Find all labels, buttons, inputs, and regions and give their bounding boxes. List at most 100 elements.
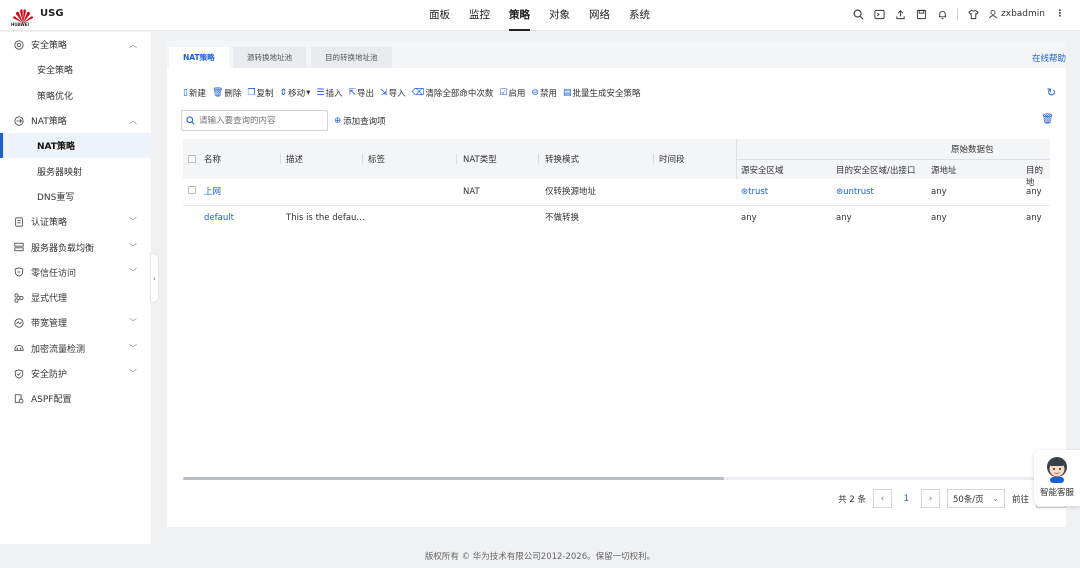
upload-icon[interactable]	[894, 8, 906, 20]
import-button[interactable]: ⇲ 导入	[380, 87, 406, 99]
select-all-checkbox[interactable]	[188, 155, 196, 163]
add-query-button[interactable]: ⊕ 添加查询项	[334, 115, 386, 127]
sidebar-group-security-policy[interactable]: 安全策略 ︿	[0, 32, 151, 57]
refresh-icon[interactable]: ↻	[1047, 86, 1056, 99]
table-row[interactable]: 上网 NAT 仅转换源地址 ⊛trust ⊛untrust any any	[183, 180, 1050, 206]
prev-page-button[interactable]: ‹	[872, 489, 892, 508]
top-tools: zxbadmin ⋮	[852, 8, 1066, 20]
sidebar-group-auth-policy[interactable]: 认证策略 ﹀	[0, 209, 151, 234]
sidebar-item-policy-optimization[interactable]: 策略优化	[0, 83, 151, 108]
sidebar-item-server-mapping[interactable]: 服务器映射	[0, 158, 151, 183]
smart-assistant-button[interactable]: 智能客服	[1034, 450, 1080, 506]
horizontal-scrollbar[interactable]	[183, 477, 1050, 480]
move-button[interactable]: ⇕ 移动 ▾	[280, 87, 311, 99]
save-icon[interactable]	[915, 8, 927, 20]
sidebar-group-server-lb[interactable]: 服务器负载均衡 ﹀	[0, 234, 151, 259]
col-tag[interactable]: 标签	[368, 153, 385, 165]
search-input[interactable]	[199, 115, 319, 126]
chevron-down-icon: ﹀	[129, 242, 137, 252]
search-box	[181, 110, 328, 131]
nav-object[interactable]: 对象	[549, 0, 570, 31]
group-underline	[736, 159, 1050, 160]
shirt-theme-icon[interactable]	[967, 8, 979, 20]
col-mode[interactable]: 转换模式	[545, 153, 579, 165]
proxy-icon	[13, 292, 24, 303]
batch-generate-button[interactable]: ▤ 批量生成安全策略	[563, 87, 641, 99]
nav-policy[interactable]: 策略	[509, 0, 530, 31]
user-icon	[988, 9, 998, 19]
tab-source-nat-pool[interactable]: 源转换地址池	[233, 47, 306, 68]
user-menu[interactable]: zxbadmin	[988, 9, 1045, 19]
insert-button[interactable]: ☰ 插入	[316, 87, 342, 99]
sidebar-group-nat-policy[interactable]: NAT策略 ︿	[0, 108, 151, 133]
terminal-icon[interactable]	[873, 8, 885, 20]
page-size-select[interactable]: 50条/页 ⌄	[946, 489, 1005, 508]
toolbar-divider	[957, 8, 959, 20]
sidebar-item-aspf[interactable]: ASPF配置	[0, 386, 151, 411]
cell-src-zone[interactable]: ⊛trust	[741, 180, 768, 205]
column-divider	[456, 154, 457, 164]
new-button[interactable]: ▯ 新建	[183, 87, 206, 99]
cell-src-addr: any	[931, 187, 947, 197]
clear-hits-button[interactable]: ⌫ 清除全部命中次数	[412, 87, 494, 99]
rule-name-link[interactable]: 上网	[204, 180, 221, 205]
table-row[interactable]: default This is the defau... 不做转换 any an…	[183, 206, 1050, 231]
sidebar-label: 认证策略	[31, 218, 68, 229]
page-number[interactable]: 1	[899, 494, 914, 504]
enable-button[interactable]: ☑ 启用	[499, 87, 525, 99]
chevron-down-icon: ﹀	[129, 267, 137, 277]
sidebar-group-zero-trust[interactable]: 零信任访问 ﹀	[0, 260, 151, 285]
nav-network[interactable]: 网络	[589, 0, 610, 31]
sidebar-group-bandwidth[interactable]: 带宽管理 ﹀	[0, 310, 151, 335]
trash-icon: 🗑	[211, 88, 224, 98]
col-dst-zone[interactable]: 目的安全区域/出接口	[836, 164, 915, 176]
nav-monitor[interactable]: 监控	[469, 0, 490, 31]
sidebar-label: NAT策略	[31, 117, 67, 128]
username: zxbadmin	[1001, 9, 1045, 19]
row-checkbox[interactable]	[188, 180, 196, 205]
export-label: 导出	[357, 89, 375, 99]
bell-icon[interactable]	[936, 8, 948, 20]
col-src-zone[interactable]: 源安全区域	[741, 164, 784, 176]
sidebar-item-security-policy[interactable]: 安全策略	[0, 57, 151, 82]
sidebar-group-protection[interactable]: 安全防护 ﹀	[0, 361, 151, 386]
disable-button[interactable]: ⊖ 禁用	[531, 87, 557, 99]
cell-dst-zone[interactable]: ⊛untrust	[836, 180, 874, 205]
chevron-down-icon: ﹀	[129, 343, 137, 353]
sidebar-item-dns-rewrite[interactable]: DNS重写	[0, 184, 151, 209]
column-divider	[538, 154, 539, 164]
cell-dst: any	[1026, 187, 1042, 197]
col-nat-type[interactable]: NAT类型	[463, 153, 497, 165]
more-vertical-icon[interactable]: ⋮	[1054, 8, 1066, 20]
add-query-label: 添加查询项	[343, 117, 386, 127]
cell-nat-type: NAT	[463, 187, 480, 197]
tab-nat-policy[interactable]: NAT策略	[169, 47, 229, 68]
tab-dest-nat-pool[interactable]: 目的转换地址池	[311, 47, 392, 68]
sidebar-label: 安全策略	[31, 41, 68, 52]
total-count: 共 2 条	[838, 494, 866, 505]
col-time[interactable]: 时间段	[659, 153, 685, 165]
sidebar-label: 显式代理	[31, 294, 68, 305]
sidebar-group-encrypted-traffic[interactable]: 加密流量检测 ﹀	[0, 336, 151, 361]
rule-name-link[interactable]: default	[204, 206, 234, 231]
col-src-addr[interactable]: 源地址	[931, 164, 957, 176]
delete-button[interactable]: 🗑 删除	[212, 87, 241, 99]
copy-button[interactable]: ❐ 复制	[247, 87, 273, 99]
sidebar-collapse-handle[interactable]: ‹	[150, 253, 159, 303]
export-button[interactable]: ⇱ 导出	[348, 87, 374, 99]
auth-icon	[13, 216, 24, 227]
sidebar-item-nat-policy[interactable]: NAT策略	[0, 133, 151, 159]
top-bar: HUAWEI USG 面板 监控 策略 对象 网络 系统 zxbadmin ⋮	[0, 0, 1080, 31]
sidebar-item-explicit-proxy[interactable]: 显式代理	[0, 285, 151, 310]
next-page-button[interactable]: ›	[920, 489, 940, 508]
move-icon: ⇕	[279, 88, 288, 98]
trash-icon[interactable]: 🗑	[1041, 114, 1054, 125]
col-name[interactable]: 名称	[204, 153, 221, 165]
sidebar-label: 策略优化	[37, 91, 74, 102]
online-help-link[interactable]: 在线帮助	[1032, 52, 1066, 64]
nav-system[interactable]: 系统	[629, 0, 650, 31]
scrollbar-thumb[interactable]	[183, 477, 724, 480]
search-icon[interactable]	[852, 8, 864, 20]
col-description[interactable]: 描述	[286, 153, 303, 165]
nav-dashboard[interactable]: 面板	[429, 0, 450, 31]
